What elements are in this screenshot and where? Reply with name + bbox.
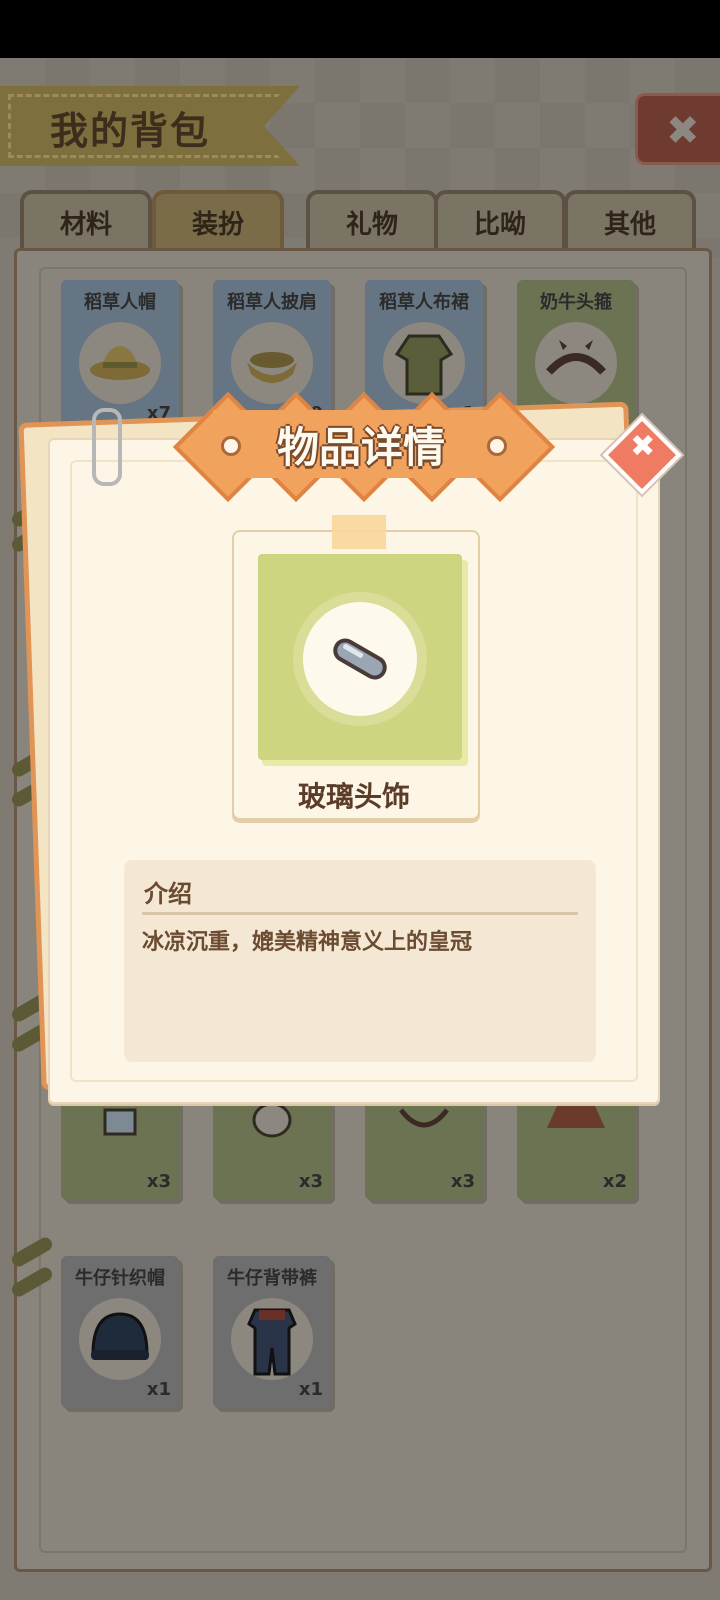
- tab-gifts[interactable]: 礼物: [306, 190, 438, 254]
- paperclip-icon: [92, 408, 122, 486]
- knit-hat-icon: [91, 1312, 149, 1360]
- description-label: 介绍: [144, 880, 192, 908]
- description-box: 介绍 冰凉沉重，媲美精神意义上的皇冠: [124, 860, 596, 1062]
- tape-decoration: [332, 515, 386, 549]
- status-bar: [0, 0, 720, 58]
- close-icon: ✖: [666, 108, 700, 154]
- tab-outfits[interactable]: 装扮: [152, 190, 284, 254]
- outfit-icon: [103, 1108, 137, 1136]
- straw-hat-icon: [90, 346, 150, 380]
- close-backpack-button[interactable]: ✖: [635, 93, 720, 165]
- page-title: 我的背包: [50, 109, 211, 153]
- cow-headband-icon: [546, 340, 606, 375]
- inventory-item-knit-hat[interactable]: 牛仔针织帽 x1: [61, 1256, 179, 1408]
- cape-icon: [547, 1106, 605, 1128]
- inventory-item-straw-hat[interactable]: 稻草人帽 x7: [61, 280, 179, 432]
- tab-materials[interactable]: 材料: [20, 190, 152, 254]
- necklace-icon: [399, 1108, 449, 1128]
- overalls-icon: [247, 1308, 297, 1376]
- modal-title: 物品详情: [276, 423, 445, 472]
- item-name: 玻璃头饰: [297, 780, 410, 813]
- tab-others[interactable]: 其他: [564, 190, 696, 254]
- close-icon: ✖: [630, 429, 656, 465]
- mask-icon: [252, 1102, 292, 1138]
- description-text: 冰凉沉重，媲美精神意义上的皇冠: [142, 930, 473, 955]
- inventory-item-overalls[interactable]: 牛仔背带裤 x1: [213, 1256, 331, 1408]
- glass-headpiece-icon: [333, 638, 387, 680]
- divider: [142, 912, 578, 915]
- tab-biyou[interactable]: 比呦: [434, 190, 566, 254]
